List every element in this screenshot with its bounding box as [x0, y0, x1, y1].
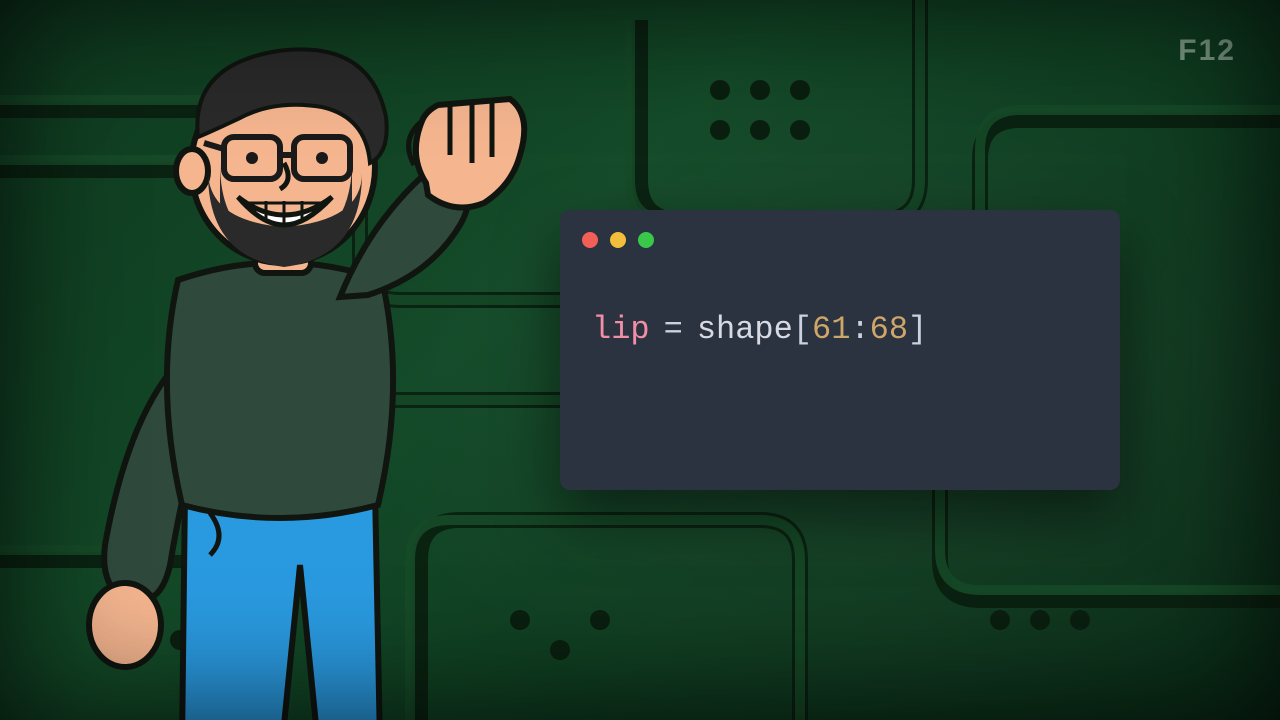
code-token-number-2: 68	[870, 311, 908, 348]
traffic-light-red-icon	[582, 232, 598, 248]
window-traffic-lights	[560, 210, 1120, 248]
code-window: lip = shape[61:68]	[560, 210, 1120, 490]
traffic-light-green-icon	[638, 232, 654, 248]
code-token-operator: =	[664, 311, 683, 348]
cartoon-character	[70, 45, 540, 720]
code-token-number-1: 61	[812, 311, 850, 348]
code-line: lip = shape[61:68]	[560, 248, 1120, 353]
code-token-open-bracket: [	[793, 311, 812, 348]
traffic-light-yellow-icon	[610, 232, 626, 248]
code-token-close-bracket: ]	[908, 311, 927, 348]
code-token-identifier: shape	[697, 311, 793, 348]
code-token-colon: :	[850, 311, 869, 348]
code-token-variable: lip	[592, 311, 650, 348]
pcb-silk-label: F12	[1178, 36, 1236, 66]
stage: F12 lip = shape[61:68]	[0, 0, 1280, 720]
